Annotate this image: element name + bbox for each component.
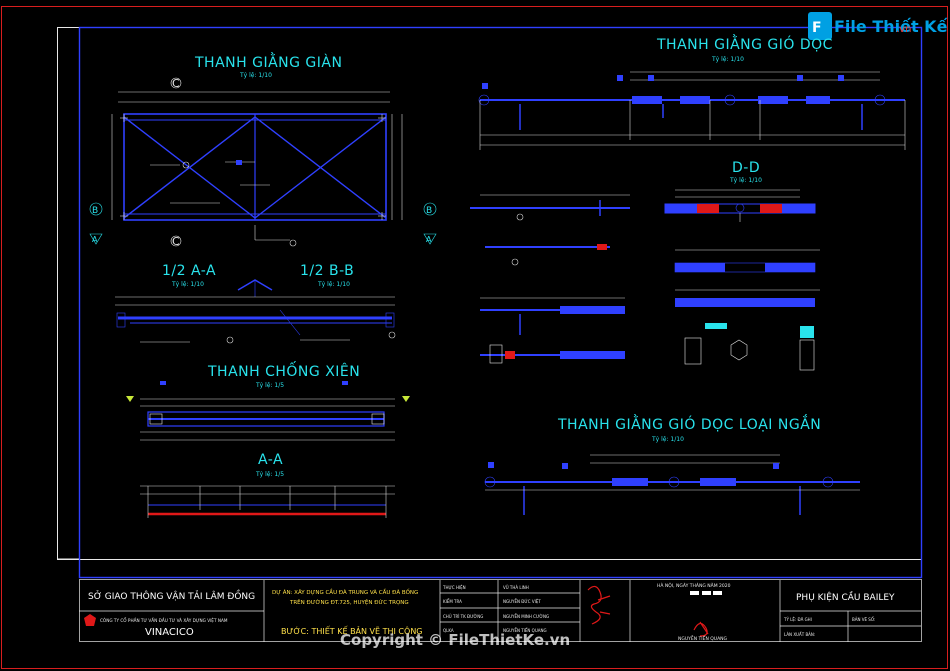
title-half-bb: 1/2 B-B bbox=[300, 263, 354, 279]
sheet-label: BẢN VẼ SỐ: bbox=[852, 617, 875, 622]
sheet-frame bbox=[57, 27, 922, 560]
scale-half-bb: Tỷ lệ: 1/10 bbox=[317, 281, 350, 288]
company-name: CÔNG TY CỔ PHẦN TƯ VẤN ĐẦU TƯ VÀ XÂY DỰN… bbox=[100, 618, 228, 623]
drawing-canvas: F File Thiết Kế .vn THANH GIẰNG GIÀN Tỷ … bbox=[0, 0, 950, 671]
company-logo bbox=[84, 614, 96, 626]
detail-members-left bbox=[470, 194, 630, 364]
scale-giang-gio-doc: Tỷ lệ: 1/10 bbox=[711, 56, 744, 63]
date-line: HÀ NỘI, NGÀY THÁNG NĂM 2020 bbox=[657, 582, 731, 589]
half-sections-view bbox=[115, 279, 396, 344]
scale-dd: Tỷ lệ: 1/10 bbox=[729, 177, 762, 184]
title-giang-gio-ngan: THANH GIẰNG GIÓ DỌC LOẠI NGẮN bbox=[557, 414, 821, 433]
agency-name: SỞ GIAO THÔNG VẬN TẢI LÂM ĐỒNG bbox=[88, 589, 255, 602]
title-half-aa: 1/2 A-A bbox=[162, 263, 216, 279]
role-0: THỰC HIỆN bbox=[442, 585, 466, 590]
filethietke-logo: F File Thiết Kế .vn bbox=[808, 12, 949, 40]
cad-drawing: F File Thiết Kế .vn THANH GIẰNG GIÀN Tỷ … bbox=[1, 6, 949, 669]
scale-giang-gian: Tỷ lệ: 1/10 bbox=[239, 72, 272, 79]
stamp-block-2 bbox=[702, 591, 711, 595]
section-mark-b-left: B bbox=[92, 206, 98, 216]
section-mark-b-right: B bbox=[426, 206, 432, 216]
name-0: VŨ THÀ LINH bbox=[503, 585, 529, 590]
title-dd: D-D bbox=[732, 160, 760, 176]
title-giang-gian: THANH GIẰNG GIÀN bbox=[194, 52, 342, 71]
section-mark-c-bottom: C bbox=[172, 235, 180, 248]
name-2: NGUYỄN MINH CƯỜNG bbox=[503, 614, 549, 619]
title-giang-gio-doc: THANH GIẰNG GIÓ DỌC bbox=[656, 34, 833, 53]
giang-gio-ngan-view bbox=[484, 454, 860, 515]
project-line-1: DỰ ÁN: XÂY DỰNG CẦU ĐÀ TRUNG VÀ CẦU ĐÀ B… bbox=[272, 588, 418, 596]
logo-text: File Thiết Kế bbox=[834, 17, 949, 36]
drawing-title: PHỤ KIỆN CẦU BAILEY bbox=[796, 590, 895, 603]
stamp-block-3 bbox=[713, 591, 722, 595]
svg-text:F: F bbox=[812, 20, 822, 36]
logo-suffix: .vn bbox=[896, 24, 911, 35]
chong-xien-view bbox=[126, 381, 410, 441]
giang-gian-view: C bbox=[89, 77, 437, 247]
role-1: KIỂM TRA bbox=[443, 599, 462, 604]
title-aa: A-A bbox=[258, 452, 283, 468]
project-line-2: TRÊN ĐƯỜNG ĐT.725, HUYỆN ĐỨC TRỌNG bbox=[289, 598, 409, 606]
aa-section-view bbox=[140, 485, 395, 518]
copyright-watermark: Copyright © FileThietKe.vn bbox=[340, 631, 570, 649]
director-name: NGUYỄN TIẾN QUANG bbox=[678, 634, 728, 642]
stamp-block-1 bbox=[690, 591, 699, 595]
scale-giang-gio-ngan: Tỷ lệ: 1/10 bbox=[651, 436, 684, 443]
scale-aa: Tỷ lệ: 1/5 bbox=[255, 471, 284, 478]
dd-section-view bbox=[664, 189, 816, 222]
section-mark-a-right: A bbox=[426, 235, 432, 244]
name-1: NGUYỄN ĐỨC VIỆT bbox=[503, 599, 541, 604]
role-2: CHỦ TRÌ TK ĐƯỜNG bbox=[443, 614, 483, 619]
section-mark-a-left: A bbox=[92, 235, 98, 244]
date-label: LÀN XUẤT BẢN: bbox=[784, 632, 815, 637]
company-short: VINACICO bbox=[145, 627, 194, 638]
giang-gio-doc-view bbox=[478, 71, 906, 150]
detail-members-right bbox=[674, 249, 820, 371]
scale-half-aa: Tỷ lệ: 1/10 bbox=[171, 281, 204, 288]
scale-chong-xien: Tỷ lệ: 1/5 bbox=[255, 382, 284, 389]
title-chong-xien: THANH CHỐNG XIÊN bbox=[207, 361, 360, 380]
scale-label: TỶ LỆ: ĐÃ GHI bbox=[783, 617, 812, 622]
